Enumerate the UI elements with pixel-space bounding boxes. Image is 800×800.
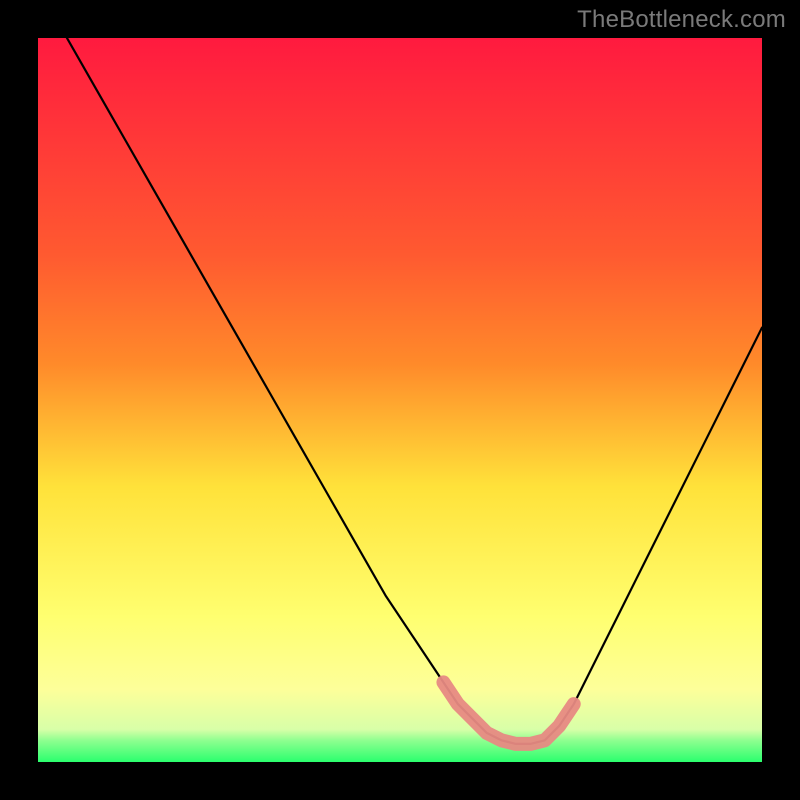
chart-container: TheBottleneck.com xyxy=(0,0,800,800)
plot-area xyxy=(38,38,762,762)
bottleneck-chart xyxy=(38,38,762,762)
watermark-text: TheBottleneck.com xyxy=(577,6,786,34)
